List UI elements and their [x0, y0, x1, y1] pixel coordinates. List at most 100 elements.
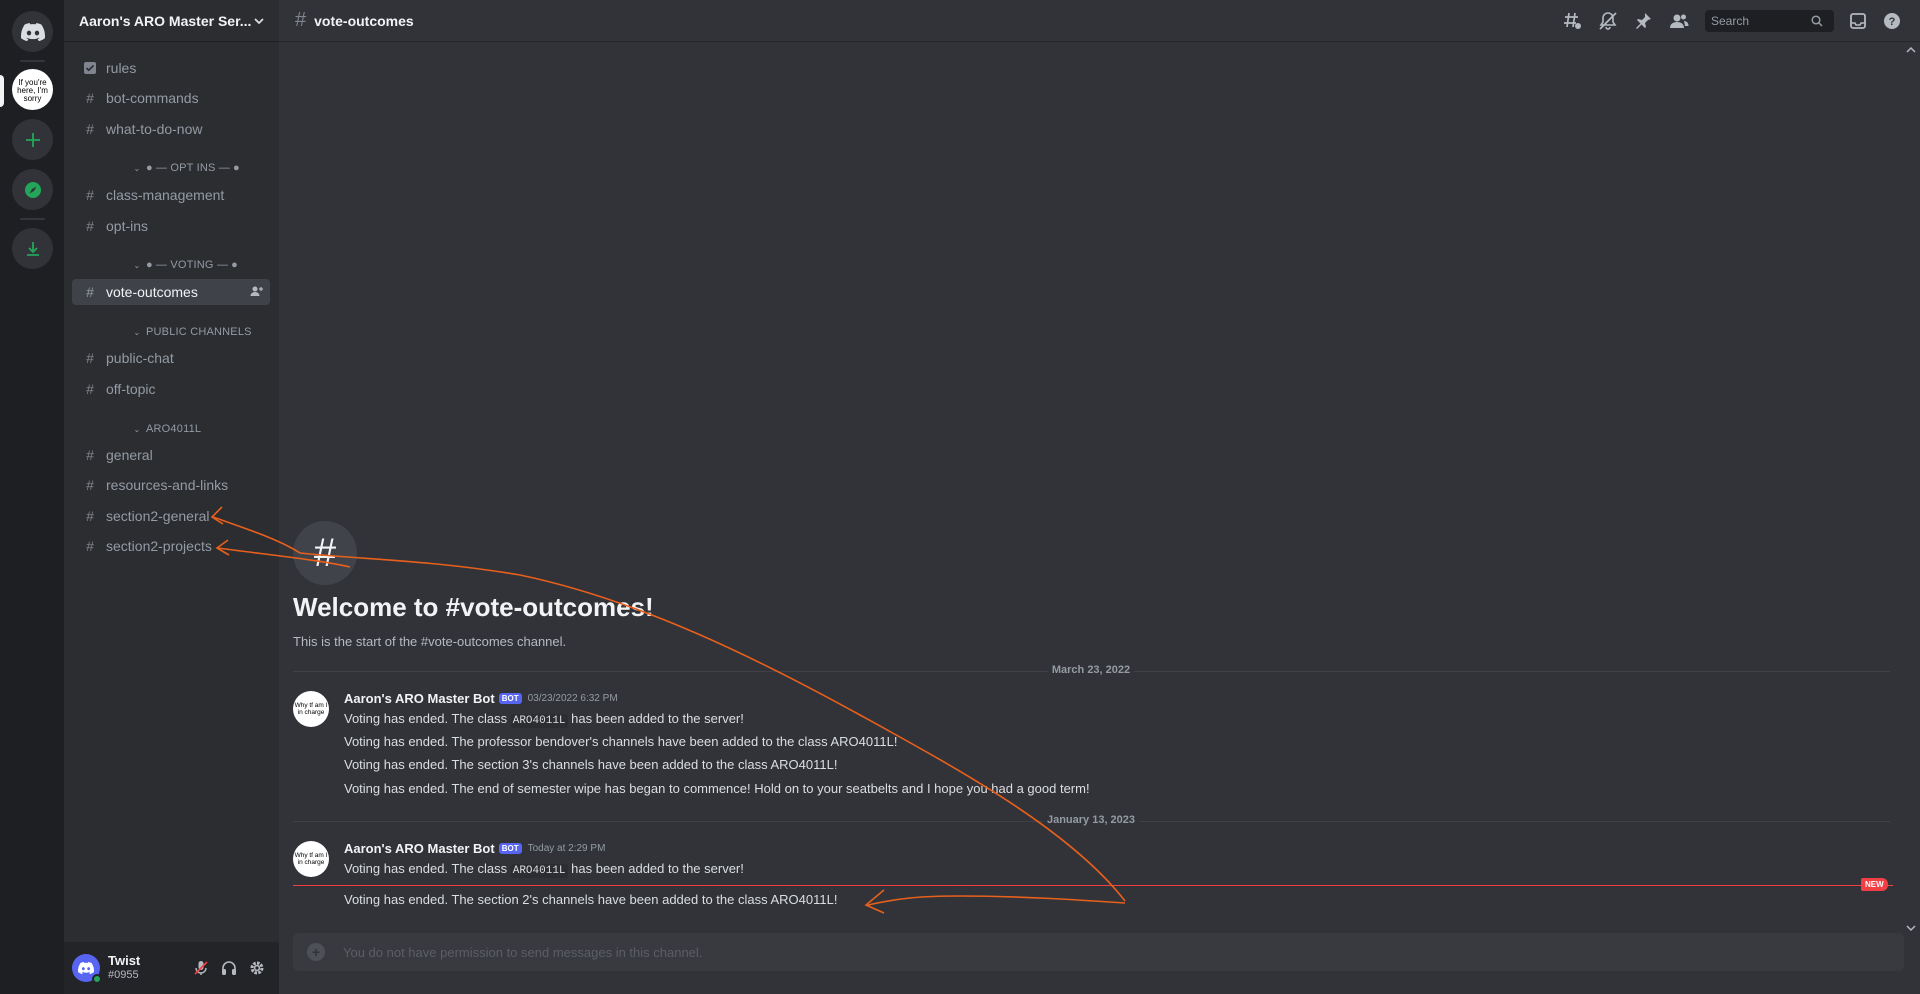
message-text: Voting has ended. The end of semester wi…: [344, 781, 1090, 796]
rail-separator: [20, 60, 45, 62]
channel-resources-and-links[interactable]: # resources-and-links: [72, 472, 270, 498]
composer-placeholder: You do not have permission to send messa…: [343, 944, 703, 960]
chat-area: # vote-outcomes ?: [279, 0, 1920, 994]
avatar-text: Why tf am I in charge: [294, 852, 328, 866]
message-author[interactable]: Aaron's ARO Master Bot: [344, 691, 495, 706]
channel-name: section2-general: [106, 508, 210, 524]
text-channel-icon: #: [86, 538, 94, 554]
category-label: — OPT INS —: [155, 162, 230, 174]
bot-avatar[interactable]: Why tf am I in charge: [293, 841, 329, 877]
category-aro4011l[interactable]: ⌄ ARO4011L: [132, 421, 201, 437]
home-button[interactable]: [12, 11, 53, 52]
help-button[interactable]: ?: [1880, 10, 1904, 32]
user-settings-button[interactable]: [243, 954, 271, 982]
search-input[interactable]: [1711, 14, 1811, 28]
channel-title: vote-outcomes: [314, 12, 414, 29]
explore-servers-button[interactable]: [12, 169, 53, 210]
deafen-button[interactable]: [215, 954, 243, 982]
headphones-icon: [222, 961, 236, 975]
chevron-down-icon: [254, 17, 264, 24]
category-opt-ins[interactable]: ⌄ ● — OPT INS — ●: [132, 160, 240, 176]
svg-text:?: ?: [1889, 16, 1896, 28]
channel-name: section2-projects: [106, 538, 212, 554]
server-name: Aaron's ARO Master Ser...: [79, 12, 252, 29]
avatar-text: Why tf am I in charge: [294, 702, 328, 716]
search-box[interactable]: [1705, 10, 1834, 32]
notification-settings-button[interactable]: [1596, 10, 1620, 32]
discord-logo-icon: [78, 962, 94, 974]
category-label: — VOTING —: [155, 259, 229, 271]
channel-name: vote-outcomes: [106, 284, 198, 300]
dot-icon: ●: [146, 259, 153, 271]
message-composer[interactable]: + You do not have permission to send mes…: [293, 933, 1904, 971]
message-timestamp: Today at 2:29 PM: [527, 843, 606, 854]
inbox-button[interactable]: [1846, 10, 1870, 32]
inbox-icon: [1850, 13, 1866, 29]
help-icon: ?: [1884, 13, 1900, 29]
mute-button[interactable]: [187, 954, 215, 982]
add-attachment-icon[interactable]: +: [307, 943, 325, 961]
channel-section2-general[interactable]: # section2-general: [72, 503, 270, 529]
text-channel-icon: #: [86, 90, 94, 106]
channel-name: off-topic: [106, 381, 156, 397]
members-icon: [1670, 14, 1689, 28]
server-header[interactable]: Aaron's ARO Master Ser...: [64, 0, 279, 42]
text-channel-icon: #: [86, 121, 94, 137]
user-info[interactable]: Twist #0955: [108, 954, 187, 982]
channel-name: public-chat: [106, 350, 174, 366]
message-timestamp: 03/23/2022 6:32 PM: [527, 693, 618, 704]
message-header: Aaron's ARO Master Bot BOT Today at 2:29…: [344, 841, 605, 856]
rail-separator: [20, 218, 45, 220]
chevron-down-icon: ⌄: [133, 260, 141, 270]
text-channel-icon: #: [86, 350, 94, 366]
channel-general[interactable]: # general: [72, 442, 270, 468]
add-server-button[interactable]: [12, 119, 53, 160]
threads-button[interactable]: [1561, 10, 1585, 32]
channel-off-topic[interactable]: # off-topic: [72, 376, 270, 402]
channel-section2-projects[interactable]: # section2-projects: [72, 533, 270, 559]
bot-badge: BOT: [498, 693, 522, 704]
category-public-channels[interactable]: ⌄ PUBLIC CHANNELS: [132, 324, 252, 340]
text-channel-icon: #: [86, 187, 94, 203]
download-apps-button[interactable]: [12, 228, 53, 269]
scroll-up-icon[interactable]: [1905, 44, 1917, 56]
channel-name: class-management: [106, 187, 225, 203]
category-voting[interactable]: ⌄ ● — VOTING — ●: [132, 257, 238, 273]
channel-class-management[interactable]: # class-management: [72, 182, 270, 208]
channel-vote-outcomes[interactable]: # vote-outcomes: [72, 279, 270, 305]
server-icon[interactable]: If you're here, I'm sorry: [12, 69, 53, 110]
date-divider-label: March 23, 2022: [1047, 664, 1135, 676]
text-channel-icon: #: [295, 9, 307, 31]
message-text: Voting has ended. The professor bendover…: [344, 734, 898, 749]
user-avatar[interactable]: [72, 954, 102, 984]
message-text: Voting has ended. The class ARO4011L has…: [344, 711, 744, 728]
online-status-icon: [92, 974, 102, 984]
rules-icon: [80, 58, 100, 78]
channel-name: rules: [106, 60, 137, 76]
dot-icon: ●: [146, 162, 153, 174]
message-author[interactable]: Aaron's ARO Master Bot: [344, 841, 495, 856]
user-panel: Twist #0955: [64, 942, 279, 994]
threads-icon: [1564, 12, 1581, 29]
date-divider-label: January 13, 2023: [1042, 814, 1140, 826]
message-text-part: Voting has ended. The class: [344, 861, 511, 876]
member-list-button[interactable]: [1667, 10, 1691, 32]
welcome-title: Welcome to #vote-outcomes!: [293, 592, 654, 622]
chevron-down-icon: ⌄: [133, 424, 141, 434]
channel-rules[interactable]: rules: [72, 55, 270, 81]
username: Twist: [108, 953, 141, 968]
channel-what-to-do-now[interactable]: # what-to-do-now: [72, 116, 270, 142]
message-text-part: has been added to the server!: [567, 711, 744, 726]
channel-name: general: [106, 447, 153, 463]
server-rail: If you're here, I'm sorry: [0, 0, 64, 994]
create-invite-icon[interactable]: [250, 284, 264, 301]
scroll-down-icon[interactable]: [1905, 922, 1917, 934]
pinned-messages-button[interactable]: [1631, 10, 1655, 32]
channel-opt-ins[interactable]: # opt-ins: [72, 213, 270, 239]
bot-avatar[interactable]: Why tf am I in charge: [293, 691, 329, 727]
text-channel-icon: #: [86, 508, 94, 524]
channel-public-chat[interactable]: # public-chat: [72, 345, 270, 371]
channel-bot-commands[interactable]: # bot-commands: [72, 85, 270, 111]
welcome-subtitle: This is the start of the #vote-outcomes …: [293, 634, 567, 649]
microphone-muted-icon: [194, 961, 208, 975]
